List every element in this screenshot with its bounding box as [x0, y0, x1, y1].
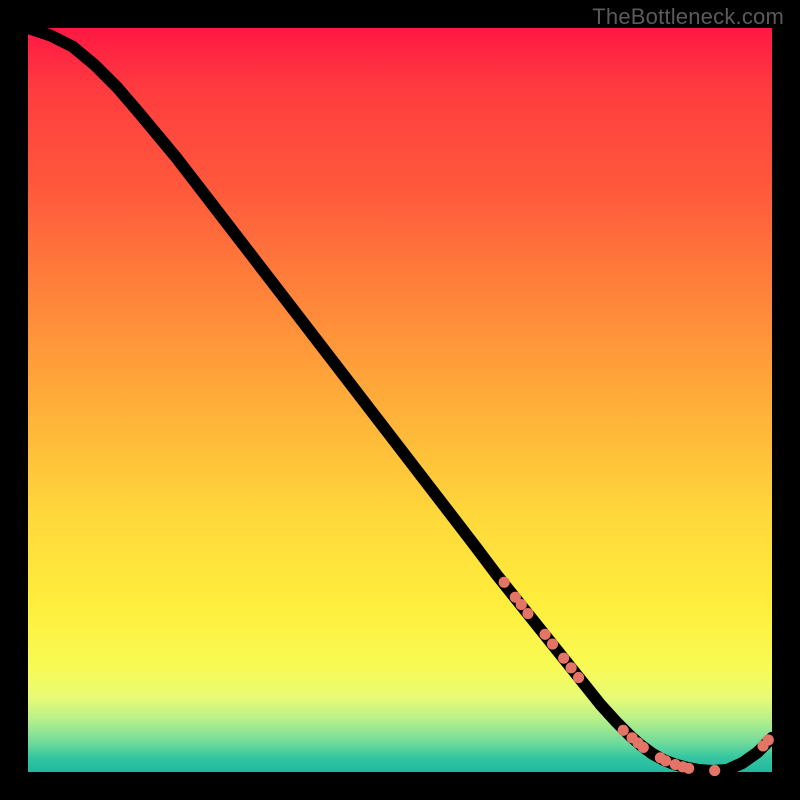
data-marker [573, 672, 584, 683]
chart-frame: TheBottleneck.com [0, 0, 800, 800]
data-marker [566, 662, 577, 673]
watermark-text: TheBottleneck.com [592, 4, 784, 30]
data-marker [540, 629, 551, 640]
data-marker [618, 725, 629, 736]
data-marker [683, 763, 694, 774]
marker-group [499, 577, 774, 776]
data-marker [558, 653, 569, 664]
data-marker [516, 599, 527, 610]
data-marker [660, 755, 671, 766]
data-marker [709, 765, 720, 776]
data-marker [763, 734, 774, 745]
data-marker [522, 608, 533, 619]
data-marker [499, 577, 510, 588]
bottleneck-curve [28, 28, 772, 771]
plot-area [28, 28, 772, 772]
data-marker [547, 638, 558, 649]
data-marker [638, 742, 649, 753]
curve-layer [28, 28, 772, 772]
